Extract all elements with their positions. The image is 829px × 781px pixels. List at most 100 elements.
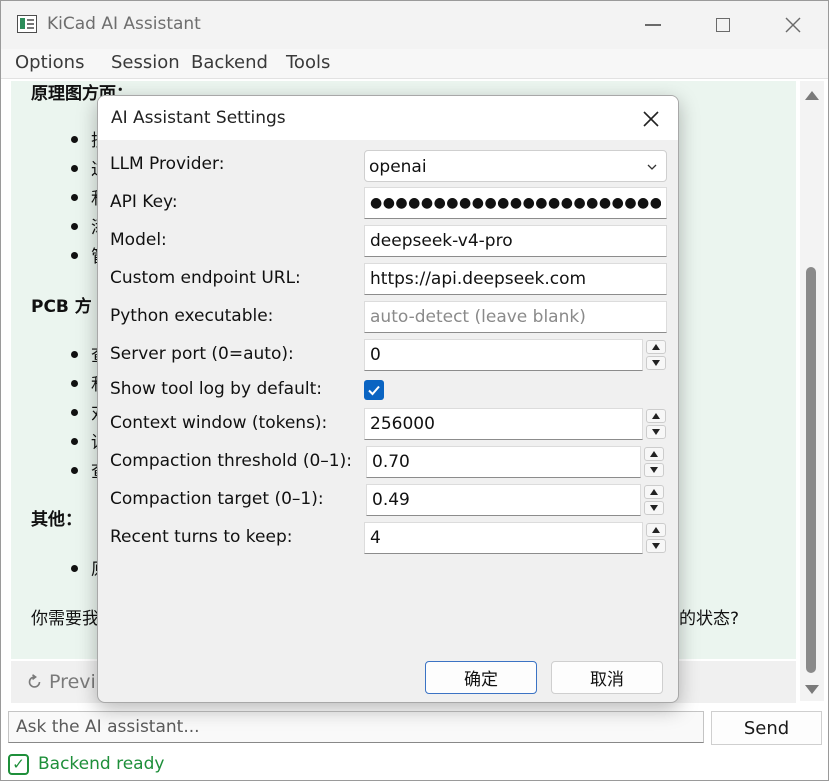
scroll-down-icon[interactable] <box>805 685 819 694</box>
context-label: Context window (tokens): <box>110 413 328 433</box>
bullet-marker <box>71 194 78 201</box>
arrow-up-icon <box>652 413 660 419</box>
port-decrement-button[interactable] <box>646 356 666 370</box>
api-key-input[interactable] <box>364 187 667 219</box>
menu-backend[interactable]: Backend <box>191 52 268 73</box>
compaction-threshold-spinbox <box>366 446 670 478</box>
provider-value: openai <box>369 157 427 177</box>
bullet-marker <box>71 409 78 416</box>
port-input[interactable] <box>364 339 643 371</box>
recent-turns-spin-buttons <box>644 522 667 554</box>
compaction-target-spinbox <box>366 484 670 516</box>
chat-input[interactable] <box>8 711 704 743</box>
status-bar: ✓ Backend ready <box>8 751 164 777</box>
compaction-target-label: Compaction target (0–1): <box>110 489 324 509</box>
provider-select[interactable]: openai <box>364 150 667 182</box>
checkmark-icon <box>368 385 380 396</box>
check-icon: ✓ <box>8 753 29 775</box>
chat-question-end: 的状态? <box>679 609 740 629</box>
port-label: Server port (0=auto): <box>110 344 294 364</box>
endpoint-label: Custom endpoint URL: <box>110 268 301 288</box>
arrow-up-icon <box>652 344 660 350</box>
menu-bar: Options Session Backend Tools <box>1 49 828 79</box>
minimize-icon <box>645 24 661 26</box>
undo-arrow-icon <box>28 674 41 688</box>
recent-turns-decrement-button[interactable] <box>646 539 666 553</box>
context-decrement-button[interactable] <box>646 425 666 439</box>
arrow-up-icon <box>650 451 658 457</box>
close-window-button[interactable] <box>758 1 828 49</box>
bullet-marker <box>71 136 78 143</box>
menu-options[interactable]: Options <box>15 52 84 73</box>
status-text: Backend ready <box>38 754 165 774</box>
bullet-marker <box>71 467 78 474</box>
chat-heading-pcb: PCB 方 <box>31 297 92 317</box>
compaction-threshold-spin-buttons <box>642 446 665 478</box>
recent-turns-label: Recent turns to keep: <box>110 527 293 547</box>
dialog-title: AI Assistant Settings <box>111 108 286 128</box>
compaction-threshold-decrement-button[interactable] <box>644 463 664 477</box>
compaction-threshold-input[interactable] <box>366 446 641 478</box>
bullet-marker <box>71 223 78 230</box>
compaction-target-increment-button[interactable] <box>644 485 664 499</box>
context-spinbox <box>364 408 668 440</box>
maximize-button[interactable] <box>688 1 758 49</box>
api-key-label: API Key: <box>110 192 178 212</box>
arrow-down-icon <box>652 543 660 549</box>
send-button[interactable]: Send <box>711 711 822 745</box>
bullet-marker <box>71 351 78 358</box>
chat-question-start: 你需要我 <box>31 609 99 629</box>
close-icon <box>785 17 801 33</box>
port-increment-button[interactable] <box>646 340 666 354</box>
port-spin-buttons <box>644 339 667 371</box>
show-log-label: Show tool log by default: <box>110 379 322 399</box>
arrow-down-icon <box>650 467 658 473</box>
previous-label: Previ <box>49 671 96 693</box>
python-label: Python executable: <box>110 306 274 326</box>
bullet-marker <box>71 252 78 259</box>
chat-scrollbar[interactable] <box>800 81 824 701</box>
arrow-down-icon <box>650 505 658 511</box>
menu-session[interactable]: Session <box>111 52 180 73</box>
maximize-icon <box>716 18 730 32</box>
title-bar: KiCad AI Assistant <box>1 1 828 49</box>
chat-heading-other: 其他： <box>31 510 82 530</box>
python-input[interactable] <box>364 301 667 333</box>
provider-label: LLM Provider: <box>110 154 225 174</box>
minimize-button[interactable] <box>618 1 688 49</box>
endpoint-input[interactable] <box>364 263 667 295</box>
menu-tools[interactable]: Tools <box>286 52 330 73</box>
context-increment-button[interactable] <box>646 409 666 423</box>
scroll-thumb[interactable] <box>806 267 816 673</box>
close-icon <box>643 111 659 127</box>
settings-dialog: AI Assistant Settings LLM Provider: open… <box>97 95 679 703</box>
dialog-title-bar: AI Assistant Settings <box>98 96 678 140</box>
context-input[interactable] <box>364 408 643 440</box>
chevron-down-icon <box>647 164 657 170</box>
compaction-threshold-increment-button[interactable] <box>644 447 664 461</box>
model-input[interactable] <box>364 225 667 257</box>
compaction-target-decrement-button[interactable] <box>644 501 664 515</box>
compaction-threshold-label: Compaction threshold (0–1): <box>110 451 352 471</box>
cancel-button[interactable]: 取消 <box>551 661 663 694</box>
previous-button[interactable]: Previ <box>27 671 96 693</box>
scroll-up-icon[interactable] <box>805 91 819 100</box>
port-spinbox <box>364 339 668 371</box>
model-label: Model: <box>110 230 167 250</box>
bullet-marker <box>71 380 78 387</box>
dialog-close-button[interactable] <box>636 104 666 134</box>
recent-turns-input[interactable] <box>364 522 643 554</box>
ok-button[interactable]: 确定 <box>425 661 537 694</box>
recent-turns-increment-button[interactable] <box>646 523 666 537</box>
kicad-app-icon <box>17 15 37 33</box>
bullet-marker <box>71 438 78 445</box>
window-title: KiCad AI Assistant <box>47 14 201 34</box>
compaction-target-input[interactable] <box>366 484 641 516</box>
arrow-down-icon <box>652 360 660 366</box>
bullet-marker <box>71 565 78 572</box>
compaction-target-spin-buttons <box>642 484 665 516</box>
arrow-up-icon <box>652 527 660 533</box>
show-log-checkbox[interactable] <box>364 380 384 400</box>
context-spin-buttons <box>644 408 667 440</box>
recent-turns-spinbox <box>364 522 668 554</box>
